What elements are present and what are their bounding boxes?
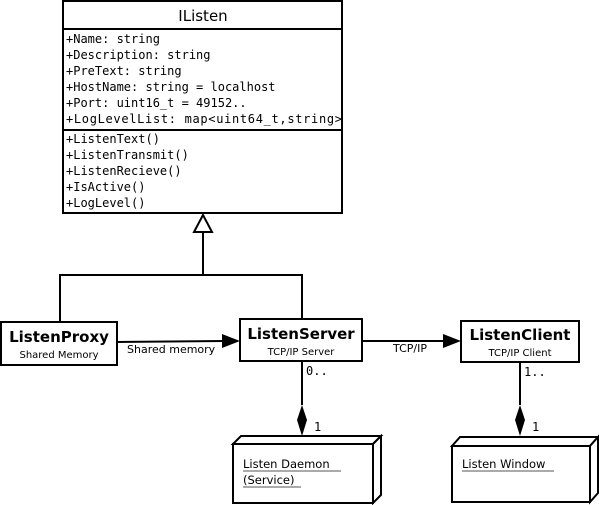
method: +ListenTransmit() <box>66 148 189 162</box>
class-subtitle: TCP/IP Server <box>267 347 336 358</box>
class-name: ListenProxy <box>9 328 109 346</box>
method: +ListenText() <box>66 132 160 146</box>
node-label: Listen Window <box>462 457 545 471</box>
listen-client-class[interactable]: ListenClient TCP/IP Client <box>460 320 580 363</box>
node-label: Listen Daemon <box>243 457 330 471</box>
method: +ListenRecieve() <box>66 164 182 178</box>
method: +IsActive() <box>66 180 145 194</box>
window-composition: 1.. 1 <box>515 362 546 436</box>
listen-proxy-class[interactable]: ListenProxy Shared Memory <box>0 321 118 366</box>
node-label: (Service) <box>243 473 294 487</box>
tcpip-association: TCP/IP <box>362 334 461 355</box>
multiplicity: 0.. <box>306 364 328 378</box>
class-name: IListen <box>178 7 227 25</box>
attribute: +PreText: string <box>66 64 182 78</box>
daemon-composition: 0.. 1 <box>297 361 328 436</box>
attribute: +HostName: string = localhost <box>66 80 276 94</box>
attribute: +Name: string <box>66 32 160 46</box>
class-subtitle: TCP/IP Client <box>487 348 551 359</box>
association-label: TCP/IP <box>392 342 427 355</box>
multiplicity: 1.. <box>524 365 546 379</box>
association-label: Shared memory <box>127 343 216 356</box>
class-name: ListenClient <box>470 326 571 344</box>
attribute: +Port: uint16_t = 49152.. <box>66 96 247 110</box>
listen-window-node[interactable]: Listen Window <box>449 434 599 505</box>
class-name: ListenServer <box>247 325 355 343</box>
generalization-arrow <box>59 212 303 322</box>
uml-diagram: IListen +Name: string +Description: stri… <box>0 0 599 505</box>
attribute: +Description: string <box>66 48 211 62</box>
listen-server-class[interactable]: ListenServer TCP/IP Server <box>239 318 363 362</box>
multiplicity: 1 <box>532 420 539 434</box>
ilisten-class[interactable]: IListen +Name: string +Description: stri… <box>62 0 343 214</box>
class-subtitle: Shared Memory <box>19 350 98 361</box>
method: +LogLevel() <box>66 196 145 210</box>
listen-daemon-node[interactable]: Listen Daemon (Service) <box>230 433 384 505</box>
shared-memory-association: Shared memory <box>116 334 240 356</box>
attribute: +LogLevelList: map<uint64_t,string> <box>66 112 342 126</box>
multiplicity: 1 <box>314 420 321 434</box>
